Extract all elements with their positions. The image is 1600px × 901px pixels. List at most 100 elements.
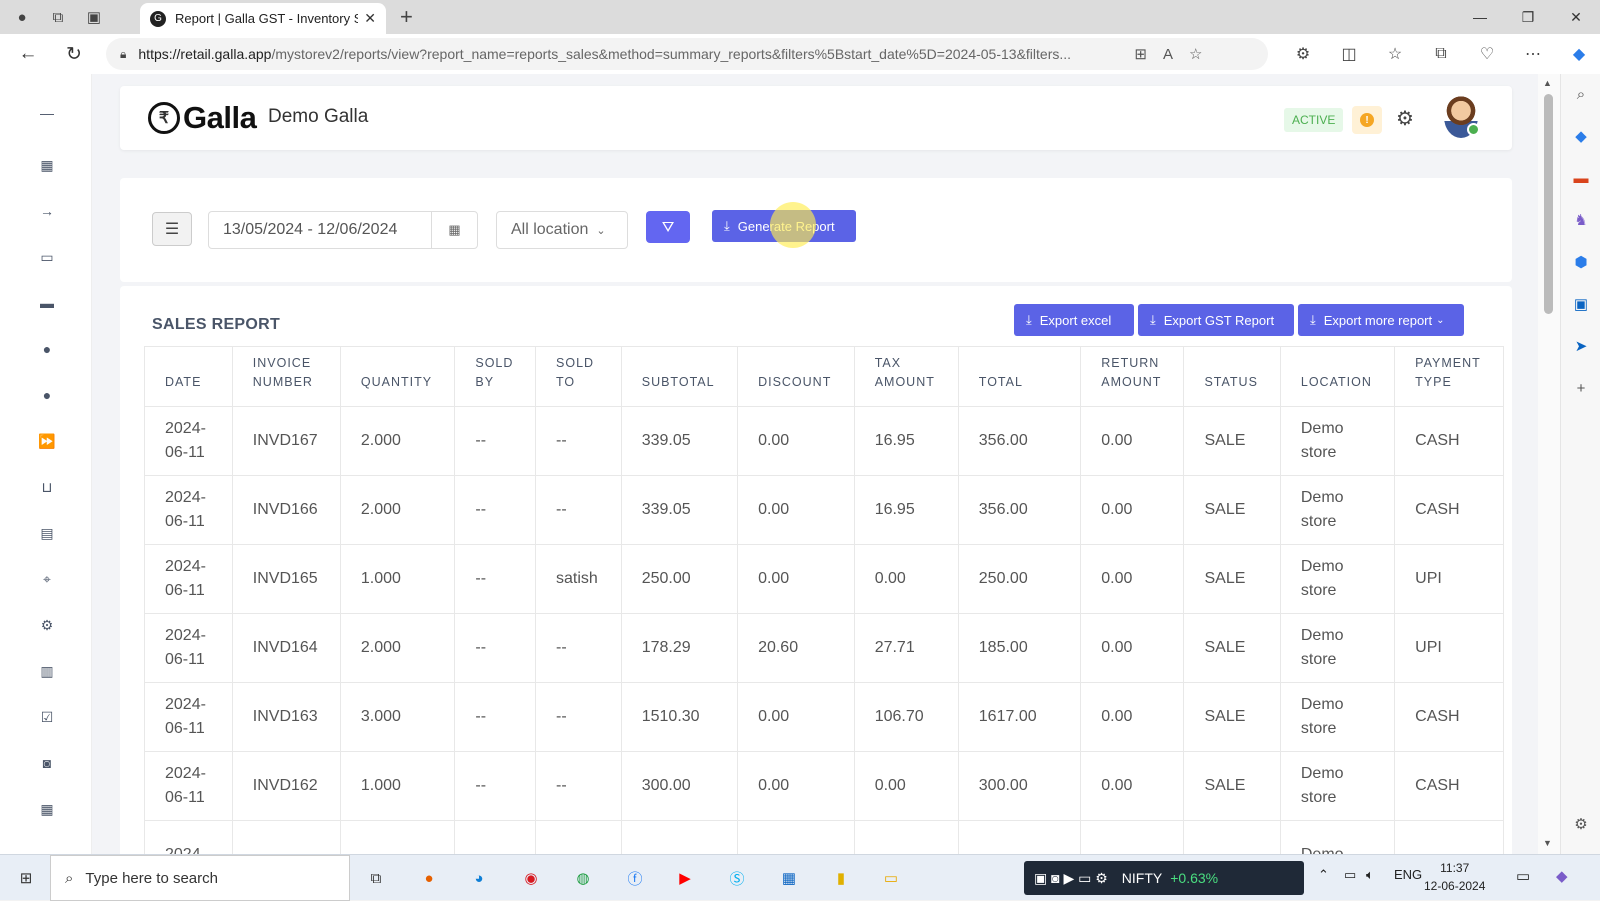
collapse-menu-icon[interactable]: — — [36, 102, 58, 124]
forward-circle-icon[interactable]: ⏩ — [36, 430, 58, 452]
app-available-icon[interactable]: ⊞ — [1134, 45, 1147, 63]
edge-icon[interactable]: ◕ — [464, 863, 494, 893]
table-row[interactable]: 2024- 06-11 INVD167 2.000 -- -- 339.05 0.00 16.9… — [144, 406, 1504, 476]
gear-icon[interactable]: ⚙ — [1396, 106, 1414, 131]
table-row[interactable]: 2024- 06-11 INVD166 2.000 -- -- 339.05 0.00 16.9… — [144, 475, 1504, 545]
location-pin-icon[interactable]: ⌖ — [36, 568, 58, 590]
calendar-icon[interactable]: ▦ — [431, 212, 477, 248]
export-more-button[interactable]: ⤓ Export more report ⌄ — [1298, 304, 1464, 336]
basket-icon[interactable]: ⊔ — [36, 476, 58, 498]
location-dropdown[interactable]: All location ⌄ — [496, 211, 628, 249]
url-field[interactable]: 🔒︎ https://retail.galla.app/mystorev2/re… — [106, 38, 1268, 70]
browser-tab-active[interactable]: G Report | Galla GST - Inventory So ✕ — [140, 3, 386, 34]
tray-chevron-up-icon[interactable]: ⌃ — [1318, 867, 1329, 883]
language-indicator[interactable]: ENG — [1394, 867, 1422, 882]
dashboard-icon[interactable]: ▦ — [36, 154, 58, 176]
copilot-taskbar-icon[interactable]: ◆ — [1556, 867, 1568, 885]
hamburger-menu-button[interactable]: ☰ — [152, 212, 192, 246]
column-header: PAYMENT TYPE — [1394, 346, 1504, 407]
export-excel-button[interactable]: ⤓ Export excel — [1014, 304, 1134, 336]
user-circle-icon[interactable]: ● — [36, 338, 58, 360]
scrollbar-thumb[interactable] — [1544, 94, 1553, 314]
workspaces-icon[interactable]: ⧉ — [44, 3, 72, 31]
file-explorer-icon[interactable]: ▭ — [876, 863, 906, 893]
table-cell: CASH — [1394, 682, 1504, 752]
firefox-icon[interactable]: ● — [414, 863, 444, 893]
taskbar-search[interactable]: ⌕ Type here to search — [50, 855, 350, 901]
filter-button[interactable]: ⛛ — [646, 211, 690, 243]
battery-icon[interactable]: ▭ — [1344, 867, 1356, 883]
sidebar-settings-icon[interactable]: ⚙ — [1561, 804, 1600, 846]
report-file-icon[interactable]: ▥ — [36, 660, 58, 682]
close-window-icon[interactable]: ✕ — [1552, 0, 1600, 34]
favorites-icon[interactable]: ☆ — [1372, 38, 1418, 70]
cash-icon[interactable]: ◙ — [36, 752, 58, 774]
column-header-label: AMOUNT — [874, 375, 935, 389]
notification-button[interactable]: ! — [1352, 106, 1382, 134]
refresh-icon[interactable]: ↻ — [56, 38, 92, 70]
collections-icon[interactable]: ⧉ — [1418, 38, 1464, 70]
settings-cog-icon[interactable]: ⚙ — [36, 614, 58, 636]
read-aloud-icon[interactable]: A — [1163, 46, 1173, 63]
back-icon[interactable]: ← — [10, 38, 46, 70]
task-view-icon[interactable]: ⧉ — [362, 863, 390, 893]
column-header-label: PAYMENT — [1415, 356, 1481, 370]
facebook-icon[interactable]: ⓕ — [620, 863, 650, 893]
extensions-icon[interactable]: ⚙ — [1280, 38, 1326, 70]
copilot-icon[interactable]: ◆ — [1556, 38, 1600, 70]
table-row[interactable]: 2024- 06-11 INVD164 2.000 -- -- 178.29 20.60 27.… — [144, 613, 1504, 683]
more-options-icon[interactable]: ⋯ — [1510, 38, 1556, 70]
add-icon[interactable]: + — [1561, 368, 1600, 410]
app-icon[interactable]: ▮ — [826, 863, 856, 893]
export-gst-button[interactable]: ⤓ Export GST Report — [1138, 304, 1294, 336]
send-icon[interactable]: ➤ — [1561, 326, 1600, 368]
folder-icon[interactable]: ▭ — [36, 246, 58, 268]
contacts-book-icon[interactable]: ▤ — [36, 522, 58, 544]
favorite-star-icon[interactable]: ☆ — [1189, 45, 1202, 63]
toolbox-icon[interactable]: ▬ — [1561, 158, 1600, 200]
browser-essentials-icon[interactable]: ♡ — [1464, 38, 1510, 70]
table-cell: 0.00 — [1080, 475, 1185, 545]
table-row[interactable]: 2024- 06-11 INVD165 1.000 -- satish 250.00 0.00… — [144, 544, 1504, 614]
record-icon[interactable]: ◉ — [516, 863, 546, 893]
column-header-label: TOTAL — [978, 375, 1023, 389]
windows-start-icon[interactable]: ⊞ — [12, 863, 40, 893]
profile-icon[interactable]: ● — [8, 3, 36, 31]
scroll-down-icon[interactable]: ▼ — [1543, 838, 1552, 848]
galla-logo[interactable]: ₹ Galla — [148, 100, 257, 136]
skype-icon[interactable]: Ⓢ — [722, 863, 752, 893]
clock[interactable]: 11:37 12-06-2024 — [1424, 859, 1485, 895]
minimize-icon[interactable]: — — [1456, 0, 1504, 34]
date-range-picker[interactable]: 13/05/2024 - 12/06/2024 ▦ — [208, 211, 478, 249]
table-cell: UPI — [1394, 544, 1504, 614]
new-tab-icon[interactable]: + — [400, 4, 413, 30]
column-header: INVOICE NUMBER — [231, 346, 341, 407]
checklist-icon[interactable]: ☑ — [36, 706, 58, 728]
store-icon[interactable]: ▦ — [774, 863, 804, 893]
arrow-right-icon[interactable]: → — [36, 200, 58, 222]
customer-circle-icon[interactable]: ● — [36, 384, 58, 406]
restore-icon[interactable]: ❐ — [1504, 0, 1552, 34]
calendar-icon[interactable]: ▦ — [36, 798, 58, 820]
page-scrollbar[interactable]: ▲ ▼ — [1538, 74, 1560, 854]
scroll-up-icon[interactable]: ▲ — [1543, 78, 1552, 88]
chrome-icon[interactable]: ◍ — [568, 863, 598, 893]
search-icon[interactable]: ⌕ — [1561, 74, 1600, 116]
table-row[interactable]: 2024- Demo — [144, 820, 1504, 854]
ticker-widget[interactable]: ▣ ◙ ▶ ▭ ⚙ NIFTY +0.63% — [1024, 861, 1304, 895]
close-tab-icon[interactable]: ✕ — [364, 10, 376, 27]
split-screen-icon[interactable]: ◫ — [1326, 38, 1372, 70]
youtube-icon[interactable]: ▶ — [670, 863, 700, 893]
m365-icon[interactable]: ⬢ — [1561, 242, 1600, 284]
clock-date: 12-06-2024 — [1424, 879, 1486, 893]
outlook-icon[interactable]: ▣ — [1561, 284, 1600, 326]
avatar[interactable] — [1444, 96, 1480, 138]
shopping-tag-icon[interactable]: ◆ — [1561, 116, 1600, 158]
vertical-tabs-icon[interactable]: ▣ — [80, 3, 108, 31]
ticket-icon[interactable]: ▬ — [36, 292, 58, 314]
volume-icon[interactable]: 🔈︎ — [1366, 867, 1374, 883]
notifications-icon[interactable]: ▭ — [1516, 867, 1530, 885]
table-row[interactable]: 2024- 06-11 INVD163 3.000 -- -- 1510.30 0.00 106… — [144, 682, 1504, 752]
table-row[interactable]: 2024- 06-11 INVD162 1.000 -- -- 300.00 0.00 0.00… — [144, 751, 1504, 821]
games-icon[interactable]: ♞ — [1561, 200, 1600, 242]
